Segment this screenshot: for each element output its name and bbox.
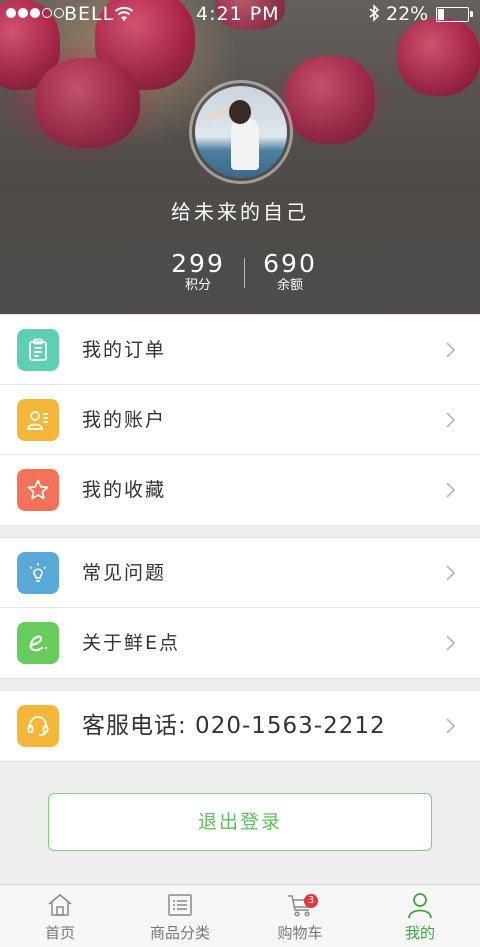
- cart-badge: 3: [304, 894, 318, 908]
- account-card-icon: [17, 399, 59, 441]
- chevron-right-icon: [446, 412, 456, 428]
- avatar[interactable]: [195, 86, 287, 178]
- menu-item-my-favorites[interactable]: 我的收藏: [0, 455, 480, 525]
- tab-bar: 首页 商品分类 3 购物车 我的: [0, 884, 480, 947]
- menu-label: 我的账户: [82, 409, 167, 431]
- logout-button[interactable]: 退出登录: [48, 793, 432, 851]
- chevron-right-icon: [446, 342, 456, 358]
- chevron-right-icon: [446, 635, 456, 651]
- menu-item-my-account[interactable]: 我的账户: [0, 385, 480, 455]
- chevron-right-icon: [446, 482, 456, 498]
- tab-mine[interactable]: 我的: [360, 885, 480, 947]
- battery-percentage: 22%: [386, 3, 429, 25]
- menu-label: 我的收藏: [82, 479, 167, 501]
- tab-label: 购物车: [277, 924, 323, 942]
- tab-label: 商品分类: [149, 924, 210, 942]
- username: 给未来的自己: [171, 200, 309, 224]
- menu-group-service: 客服电话: 020-1563-2212: [0, 690, 480, 762]
- list-icon: [168, 894, 192, 916]
- lightbulb-icon: [17, 552, 59, 594]
- menu-label: 我的订单: [82, 339, 167, 361]
- tab-label: 首页: [44, 924, 75, 942]
- battery-icon: [436, 7, 473, 22]
- menu-label: 客服电话: 020-1563-2212: [82, 713, 386, 739]
- account-stats: 299 积分 690 余额: [0, 250, 480, 300]
- signal-strength-icon: [6, 8, 64, 18]
- wifi-icon: [114, 5, 134, 27]
- carrier-name: BELL: [64, 3, 115, 25]
- tab-categories[interactable]: 商品分类: [120, 885, 240, 947]
- e-logo-icon: [17, 622, 59, 664]
- profile-header: BELL 4:21 PM 22% 给未来的自己 299 积分 690 余额: [0, 0, 480, 314]
- menu-group-help: 常见问题 关于鲜E点: [0, 537, 480, 679]
- clock: 4:21 PM: [196, 3, 280, 25]
- bluetooth-icon: [368, 4, 380, 27]
- menu-item-customer-service-phone[interactable]: 客服电话: 020-1563-2212: [0, 691, 480, 761]
- menu-label: 关于鲜E点: [82, 632, 181, 654]
- chevron-right-icon: [446, 718, 456, 734]
- menu-label: 常见问题: [82, 562, 167, 584]
- home-icon: [48, 894, 72, 916]
- headset-icon: [17, 705, 59, 747]
- menu-group-orders: 我的订单 我的账户 我的收藏: [0, 314, 480, 526]
- menu-item-my-orders[interactable]: 我的订单: [0, 315, 480, 385]
- menu-item-about[interactable]: 关于鲜E点: [0, 608, 480, 678]
- user-icon: [408, 893, 432, 919]
- balance-label: 余额: [276, 278, 303, 293]
- balance-value: 690: [263, 249, 317, 278]
- balance-stat[interactable]: 690 余额: [230, 250, 350, 294]
- star-icon: [17, 469, 59, 511]
- tab-home[interactable]: 首页: [0, 885, 120, 947]
- tab-label: 我的: [404, 924, 435, 942]
- tab-cart[interactable]: 3 购物车: [240, 885, 360, 947]
- status-bar: BELL 4:21 PM 22%: [0, 0, 480, 28]
- chevron-right-icon: [446, 565, 456, 581]
- clipboard-icon: [17, 329, 59, 371]
- menu-item-faq[interactable]: 常见问题: [0, 538, 480, 608]
